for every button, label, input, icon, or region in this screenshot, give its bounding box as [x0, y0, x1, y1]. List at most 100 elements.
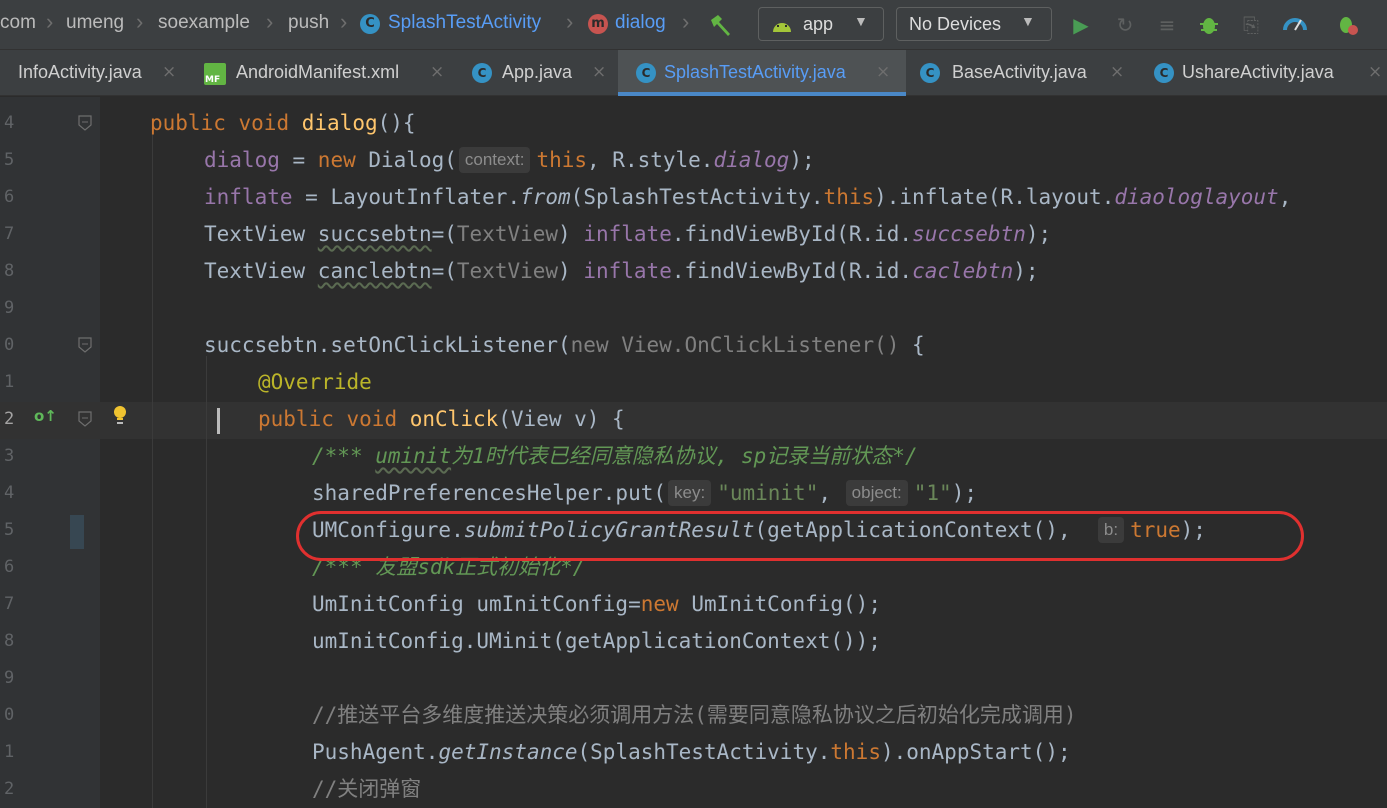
line-number: 4 — [4, 483, 15, 503]
line-number: 6 — [4, 557, 15, 577]
parameter-hint: key: — [668, 480, 712, 506]
line-number: 9 — [4, 298, 15, 318]
navigation-toolbar: com › umeng › soexample › push › C Splas… — [0, 0, 1387, 50]
breadcrumb-dialog[interactable]: dialog — [615, 12, 666, 34]
line-number: 0 — [4, 705, 15, 725]
close-icon[interactable]: × — [430, 62, 444, 82]
sync-icon[interactable] — [1334, 12, 1360, 38]
close-icon[interactable]: × — [1368, 62, 1382, 82]
line-number: 2 — [4, 779, 15, 799]
class-icon: C — [472, 63, 492, 83]
method-icon: m — [588, 14, 608, 34]
class-icon: C — [636, 63, 656, 83]
tab-base-activity[interactable]: C BaseActivity.java × — [906, 50, 1142, 96]
code-line[interactable]: //推送平台多维度推送决策必须调用方法(需要同意隐私协议之后初始化完成调用) — [312, 697, 1077, 734]
tab-label: App.java — [502, 62, 573, 82]
line-number: 8 — [4, 631, 15, 651]
line-number: 9 — [4, 668, 15, 688]
breadcrumb-soexample[interactable]: soexample — [158, 12, 250, 34]
tab-label: SplashTestActivity.java — [664, 62, 846, 82]
close-icon[interactable]: × — [876, 62, 890, 82]
code-line[interactable]: //关闭弹窗 — [312, 771, 421, 808]
line-number: 5 — [4, 150, 15, 170]
coverage-icon[interactable]: ≡ — [1154, 12, 1180, 38]
tab-app[interactable]: C App.java × — [458, 50, 618, 96]
breadcrumb-separator: › — [682, 9, 690, 34]
line-number: 0 — [4, 335, 15, 355]
tab-label: UshareActivity.java — [1182, 62, 1334, 82]
apply-changes-icon[interactable]: ↻ — [1112, 12, 1138, 38]
tab-label: InfoActivity.java — [18, 62, 142, 82]
attach-debugger-icon[interactable]: ⎘ — [1238, 12, 1264, 38]
code-line[interactable]: @Override — [258, 364, 372, 401]
breadcrumb-splash-test-activity[interactable]: SplashTestActivity — [388, 12, 541, 34]
breadcrumb-separator: › — [46, 9, 54, 34]
code-line[interactable]: succsebtn.setOnClickListener(new View.On… — [204, 327, 925, 364]
line-number: 8 — [4, 261, 15, 281]
close-icon[interactable]: × — [592, 62, 606, 82]
debug-icon[interactable] — [1196, 12, 1222, 38]
breadcrumb-separator: › — [340, 9, 348, 34]
code-line[interactable]: /*** uminit为1时代表已经同意隐私协议, sp记录当前状态*/ — [312, 438, 918, 475]
red-highlight-annotation — [296, 511, 1304, 561]
active-tab-indicator — [618, 92, 906, 96]
caret-row-highlight — [0, 402, 1387, 439]
breadcrumb-umeng[interactable]: umeng — [66, 12, 124, 34]
code-line[interactable]: public void dialog(){ — [150, 105, 416, 142]
chevron-down-icon: ▼ — [854, 13, 868, 29]
code-editor[interactable]: 4 5 6 7 8 9 0 1 2 3 4 5 6 7 8 9 0 1 2 o↑… — [0, 97, 1387, 808]
line-number: 7 — [4, 224, 15, 244]
breadcrumb-com[interactable]: com — [0, 12, 36, 34]
code-line[interactable]: UmInitConfig umInitConfig=new UmInitConf… — [312, 586, 881, 623]
breadcrumb-separator: › — [266, 9, 274, 34]
line-number: 1 — [4, 742, 15, 762]
profiler-icon[interactable] — [1282, 12, 1308, 38]
editor-tab-bar: InfoActivity.java × MF AndroidManifest.x… — [0, 50, 1387, 96]
breadcrumb-push[interactable]: push — [288, 12, 329, 34]
android-icon — [773, 23, 791, 32]
code-line[interactable]: dialog = new Dialog(context: this, R.styl… — [204, 142, 815, 179]
line-number: 3 — [4, 446, 15, 466]
line-number: 2 — [4, 409, 15, 429]
run-icon[interactable]: ▶ — [1068, 12, 1094, 38]
class-icon: C — [1154, 63, 1174, 83]
lightbulb-icon[interactable] — [112, 405, 128, 427]
line-number: 6 — [4, 187, 15, 207]
code-line[interactable]: PushAgent.getInstance(SplashTestActivity… — [312, 734, 1071, 771]
tab-ushare-activity[interactable]: C UshareActivity.java × — [1142, 50, 1387, 96]
line-number-gutter[interactable] — [0, 97, 100, 808]
tab-splash-test-activity[interactable]: C SplashTestActivity.java × — [618, 50, 906, 96]
indent-guide — [152, 134, 153, 808]
code-line[interactable]: sharedPreferencesHelper.put(key: "uminit"… — [312, 475, 977, 512]
hammer-icon[interactable] — [708, 12, 734, 38]
line-number: 1 — [4, 372, 15, 392]
fold-icon[interactable] — [78, 115, 92, 131]
device-dropdown[interactable]: No Devices ▼ — [896, 7, 1052, 41]
close-icon[interactable]: × — [1110, 62, 1124, 82]
line-number: 7 — [4, 594, 15, 614]
run-configuration-label: app — [803, 14, 834, 34]
parameter-hint: object: — [845, 480, 908, 506]
code-line[interactable]: inflate = LayoutInflater.from(SplashTest… — [204, 179, 1291, 216]
line-number: 4 — [4, 113, 15, 133]
class-icon: C — [360, 14, 380, 34]
parameter-hint: context: — [458, 147, 531, 173]
close-icon[interactable]: × — [162, 62, 176, 82]
tab-info-activity[interactable]: InfoActivity.java × — [0, 50, 196, 96]
code-line[interactable]: public void onClick(View v) { — [258, 401, 625, 438]
chevron-down-icon: ▼ — [1021, 13, 1035, 29]
indent-guide — [206, 356, 207, 808]
override-method-icon[interactable]: o↑ — [34, 407, 57, 425]
code-line[interactable]: umInitConfig.UMinit(getApplicationContex… — [312, 623, 881, 660]
vcs-change-marker[interactable] — [70, 515, 84, 549]
fold-icon[interactable] — [78, 337, 92, 353]
breadcrumb-separator: › — [566, 9, 574, 34]
code-line[interactable]: TextView succsebtn=(TextView) inflate.fi… — [204, 216, 1051, 253]
code-line[interactable]: TextView canclebtn=(TextView) inflate.fi… — [204, 253, 1039, 290]
tab-label: AndroidManifest.xml — [236, 62, 400, 82]
text-cursor — [217, 408, 220, 434]
tab-android-manifest[interactable]: MF AndroidManifest.xml × — [196, 50, 458, 96]
line-number: 5 — [4, 520, 15, 540]
run-configuration-dropdown[interactable]: app ▼ — [758, 7, 884, 41]
fold-icon[interactable] — [78, 411, 92, 427]
